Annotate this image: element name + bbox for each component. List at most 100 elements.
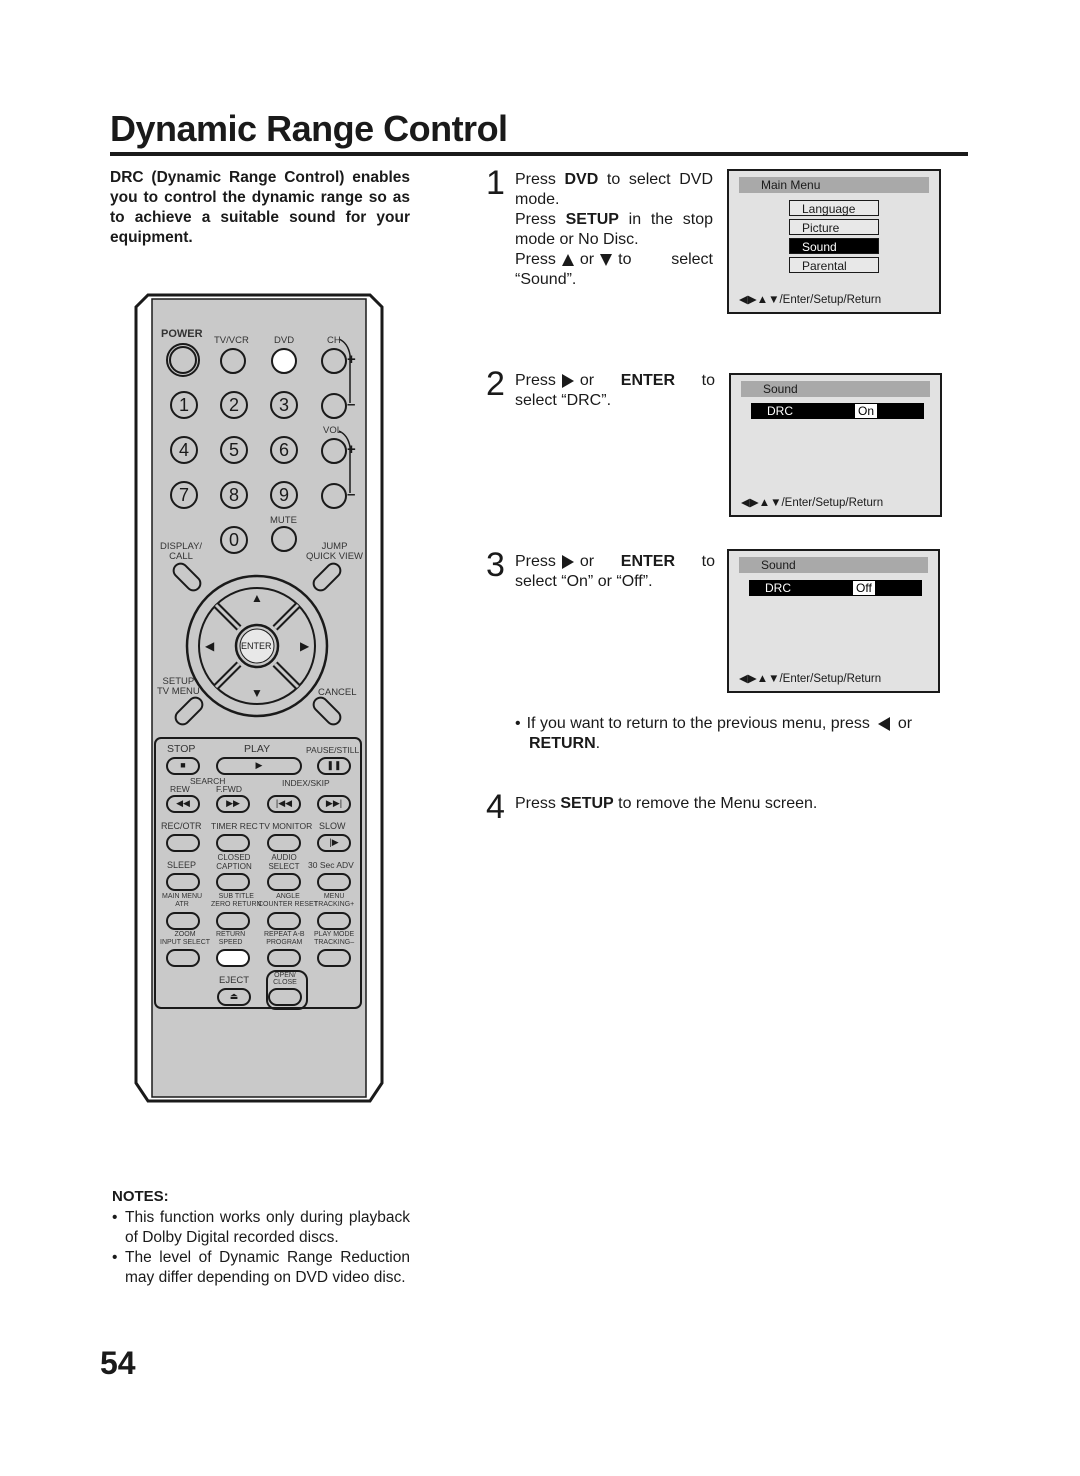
osd-footer: ◀▶▲▼/Enter/Setup/Return — [739, 294, 882, 306]
angle-button[interactable] — [267, 912, 301, 930]
dpad-up-button[interactable]: ▲ — [251, 591, 263, 605]
timer-rec-button[interactable] — [216, 834, 250, 852]
note-item: This function works only during playback… — [112, 1208, 410, 1248]
ch-down-button[interactable] — [321, 393, 347, 419]
repeat-ab-button[interactable] — [267, 949, 301, 967]
dvd-button[interactable] — [271, 348, 297, 374]
mute-button[interactable] — [271, 526, 297, 552]
vol-down-button[interactable] — [321, 483, 347, 509]
pause-button[interactable]: ❚❚ — [317, 757, 351, 775]
digit-6-button[interactable]: 6 — [270, 436, 298, 464]
drc-row[interactable]: DRC Off — [749, 580, 922, 596]
sleep-button[interactable] — [166, 873, 200, 891]
power-label: POWER — [161, 328, 203, 340]
main-menu-button[interactable] — [166, 912, 200, 930]
osd-footer: ◀▶▲▼/Enter/Setup/Return — [741, 497, 884, 509]
menu-tracking-plus-label: MENU TRACKING+ — [314, 893, 355, 908]
stop-button[interactable]: ■ — [166, 757, 200, 775]
vol-up-button[interactable] — [321, 438, 347, 464]
digit-3-button[interactable]: 3 — [270, 391, 298, 419]
digit-7-button[interactable]: 7 — [170, 481, 198, 509]
osd-sound-drc-off: Sound DRC Off ◀▶▲▼/Enter/Setup/Return — [727, 549, 940, 693]
digit-2-button[interactable]: 2 — [220, 391, 248, 419]
slow-label: SLOW — [319, 821, 346, 831]
notes-heading: NOTES: — [112, 1188, 169, 1205]
dpad-down-button[interactable]: ▼ — [251, 686, 263, 700]
menu-item-language[interactable]: Language — [789, 200, 879, 216]
playmode-tracking-minus-label: PLAY MODE TRACKING– — [314, 931, 355, 946]
subtitle-button[interactable] — [216, 912, 250, 930]
left-arrow-icon — [877, 716, 890, 731]
step-1-number: 1 — [486, 164, 505, 202]
closed-caption-button[interactable] — [216, 873, 250, 891]
eject-button[interactable]: ⏏ — [217, 988, 251, 1006]
sleep-label: SLEEP — [167, 860, 197, 870]
play-label: PLAY — [244, 743, 271, 755]
rec-otr-button[interactable] — [166, 834, 200, 852]
index-skip-label: INDEX/SKIP — [282, 778, 330, 788]
return-note: • If you want to return to the previous m… — [515, 715, 913, 752]
ch-up-button[interactable] — [321, 348, 347, 374]
rew-label: REW — [170, 784, 190, 794]
display-call-label: DISPLAY/CALL — [160, 541, 203, 562]
zoom-button[interactable] — [166, 949, 200, 967]
enter-button[interactable]: ENTER — [241, 641, 272, 651]
return-button[interactable] — [216, 949, 250, 967]
power-button[interactable] — [166, 343, 200, 377]
up-arrow-icon — [561, 253, 574, 266]
menu-item-parental[interactable]: Parental — [789, 257, 879, 273]
mute-label: MUTE — [270, 515, 297, 526]
ffwd-button[interactable]: ▶▶ — [216, 795, 250, 813]
osd-sound-drc-on: Sound DRC On ◀▶▲▼/Enter/Setup/Return — [729, 373, 942, 517]
setup-tvmenu-label: SETUP TV MENU — [157, 676, 200, 697]
digit-1-button[interactable]: 1 — [170, 391, 198, 419]
30sec-adv-button[interactable] — [317, 873, 351, 891]
zoom-inputselect-label: ZOOM INPUT SELECT — [160, 931, 211, 946]
right-arrow-icon — [561, 373, 574, 388]
tv-monitor-button[interactable] — [267, 834, 301, 852]
jump-quickview-label: JUMP QUICK VIEW — [306, 541, 364, 562]
right-arrow-icon — [561, 554, 574, 569]
pause-still-label: PAUSE/STILL — [306, 745, 360, 755]
digit-4-button[interactable]: 4 — [170, 436, 198, 464]
digit-0-button[interactable]: 0 — [220, 526, 248, 554]
drc-value: On — [855, 404, 878, 418]
step-2-text: Press or ENTER to select “DRC”. — [515, 372, 715, 409]
osd-footer: ◀▶▲▼/Enter/Setup/Return — [739, 673, 882, 685]
drc-label: DRC — [765, 581, 791, 595]
main-menu-atr-label: MAIN MENU ATR — [162, 893, 203, 908]
tv-vcr-label: TV/VCR — [214, 335, 249, 346]
open-close-button[interactable] — [268, 988, 302, 1006]
menu-button[interactable] — [317, 912, 351, 930]
tv-vcr-button[interactable] — [220, 348, 246, 374]
slow-button[interactable]: |▶ — [317, 834, 351, 852]
digit-8-button[interactable]: 8 — [220, 481, 248, 509]
rec-otr-label: REC/OTR — [161, 821, 202, 831]
step-3-text: Press or ENTER to select “On” or “Off”. — [515, 553, 715, 590]
audio-select-button[interactable] — [267, 873, 301, 891]
digit-9-button[interactable]: 9 — [270, 481, 298, 509]
drc-row[interactable]: DRC On — [751, 403, 924, 419]
menu-item-sound[interactable]: Sound — [789, 238, 879, 254]
dpad-right-button[interactable]: ▶ — [300, 639, 309, 653]
digit-5-button[interactable]: 5 — [220, 436, 248, 464]
step-3-number: 3 — [486, 546, 505, 584]
rew-button[interactable]: ◀◀ — [166, 795, 200, 813]
menu-item-picture[interactable]: Picture — [789, 219, 879, 235]
osd-header: Sound — [741, 381, 930, 397]
ch-label: CH — [327, 335, 341, 346]
intro-text: DRC (Dynamic Range Control) enables you … — [110, 169, 410, 246]
osd-main-menu: Main Menu Language Picture Sound Parenta… — [727, 169, 941, 314]
drc-value: Off — [853, 581, 875, 595]
vol-minus-label: – — [347, 486, 356, 503]
skip-prev-button[interactable]: |◀◀ — [267, 795, 301, 813]
step-2-number: 2 — [486, 365, 505, 403]
note-item: The level of Dynamic Range Reduction may… — [112, 1248, 410, 1288]
play-mode-button[interactable] — [317, 949, 351, 967]
closed-caption-label: CLOSED CAPTION — [216, 853, 252, 871]
angle-counterreset-label: ANGLE COUNTER RESET — [258, 893, 318, 908]
drc-label: DRC — [767, 404, 793, 418]
play-button[interactable]: ▶ — [216, 757, 302, 775]
skip-next-button[interactable]: ▶▶| — [317, 795, 351, 813]
dpad-left-button[interactable]: ◀ — [205, 639, 214, 653]
